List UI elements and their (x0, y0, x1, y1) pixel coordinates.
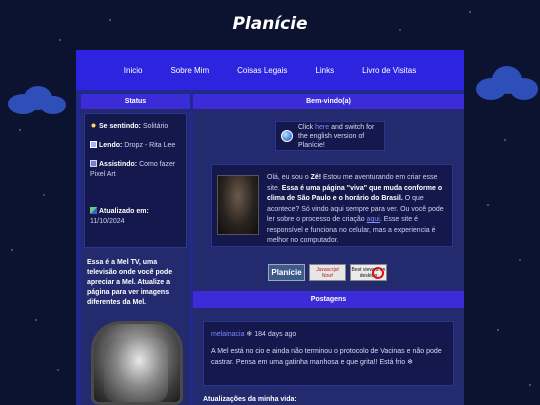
javascript-badge[interactable]: Javascript Now! (309, 264, 346, 281)
mel-tv-description: Essa é a Mel TV, uma televisão onde você… (87, 259, 173, 306)
content-frame: Inicio Sobre Mim Coisas Legais Links Liv… (76, 50, 464, 405)
status-title: Status (81, 94, 190, 109)
mel-tv-image (91, 321, 183, 405)
status-reading: Lendo: Dropz - Rita Lee (90, 141, 181, 151)
star-icon (90, 122, 97, 129)
globe-icon (281, 130, 293, 142)
postagens-title: Postagens (193, 291, 464, 308)
book-icon (90, 141, 97, 148)
post-time: ❄ 184 days ago (246, 331, 297, 338)
status-feeling: Se sentindo: Solitário (90, 122, 181, 132)
post-item: melainacia ❄ 184 days ago A Mel está no … (203, 321, 454, 386)
author-avatar (217, 175, 259, 235)
post-meta: melainacia ❄ 184 days ago (211, 329, 446, 340)
badge-buttons-row: Planície Javascript Now! Best viewed on … (268, 264, 387, 282)
english-version-link[interactable]: here (315, 124, 329, 131)
pencil-icon (90, 207, 97, 214)
english-version-text: Click here and switch for the english ve… (298, 123, 375, 149)
planicie-badge[interactable]: Planície (268, 264, 305, 281)
updates-label: Atualizações da minha vida: (203, 396, 297, 403)
mel-tv-screen (104, 338, 168, 402)
welcome-text: Olá, eu sou o Zé! Estou me aventurando e… (267, 174, 444, 244)
welcome-box: Olá, eu sou o Zé! Estou me aventurando e… (211, 164, 453, 247)
nav-links[interactable]: Links (301, 66, 348, 75)
site-title: Planície (232, 14, 308, 34)
status-box: Se sentindo: Solitário Lendo: Dropz - Ri… (84, 113, 187, 248)
tv-icon (90, 160, 97, 167)
nav-sobre-mim[interactable]: Sobre Mim (156, 66, 223, 75)
post-author-link[interactable]: melainacia (211, 331, 244, 338)
status-updated: Atualizado em: 11/10/2024 (90, 207, 149, 225)
best-viewed-desktop-badge[interactable]: Best viewed on desktop (350, 264, 387, 281)
cloud-left-decoration (0, 82, 70, 118)
sidebar: Status Se sentindo: Solitário Lendo: Dro… (81, 94, 190, 405)
main-content: Bem-vindo(a) Click here and switch for t… (193, 94, 464, 405)
nav-inicio[interactable]: Inicio (110, 66, 157, 75)
english-version-box: Click here and switch for the english ve… (275, 121, 385, 151)
status-watching: Assistindo: Como fazer Pixel Art (90, 160, 176, 178)
creation-process-link[interactable]: aqui (367, 216, 380, 223)
top-navigation: Inicio Sobre Mim Coisas Legais Links Liv… (76, 50, 464, 90)
nav-coisas-legais[interactable]: Coisas Legais (223, 66, 301, 75)
post-text: A Mel está no cio e ainda não terminou o… (211, 348, 442, 366)
nav-livro-de-visitas[interactable]: Livro de Visitas (348, 66, 430, 75)
cloud-right-decoration (470, 60, 540, 110)
welcome-title: Bem-vindo(a) (193, 94, 464, 109)
